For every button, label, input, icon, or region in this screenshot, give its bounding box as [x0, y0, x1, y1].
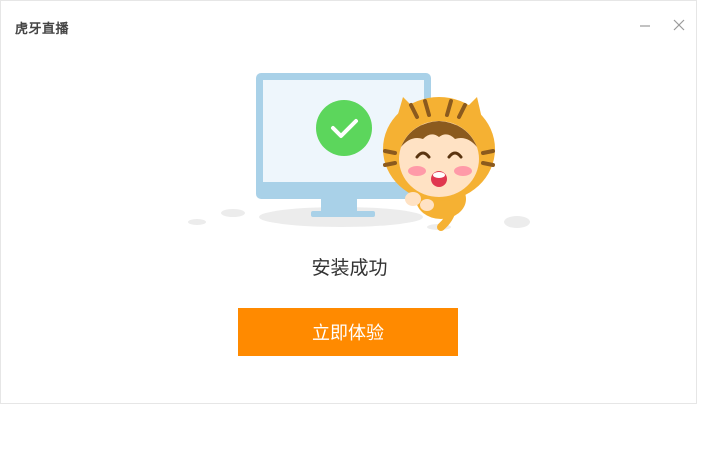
close-icon	[673, 19, 685, 31]
close-button[interactable]	[669, 15, 689, 35]
install-success-message: 安装成功	[311, 257, 388, 279]
try-now-button[interactable]: 立即体验	[238, 308, 458, 356]
minimize-button[interactable]	[635, 15, 655, 35]
minimize-icon	[640, 25, 650, 27]
tiger-mascot	[383, 97, 495, 231]
ground-dot	[504, 216, 530, 228]
window-title: 虎牙直播	[15, 22, 70, 37]
ground-dot	[188, 219, 206, 225]
ground-dot	[221, 209, 245, 217]
success-illustration	[188, 73, 530, 231]
checkmark-icon	[316, 100, 372, 156]
installer-window: 虎牙直播 安装成功 立即体验	[0, 0, 697, 404]
